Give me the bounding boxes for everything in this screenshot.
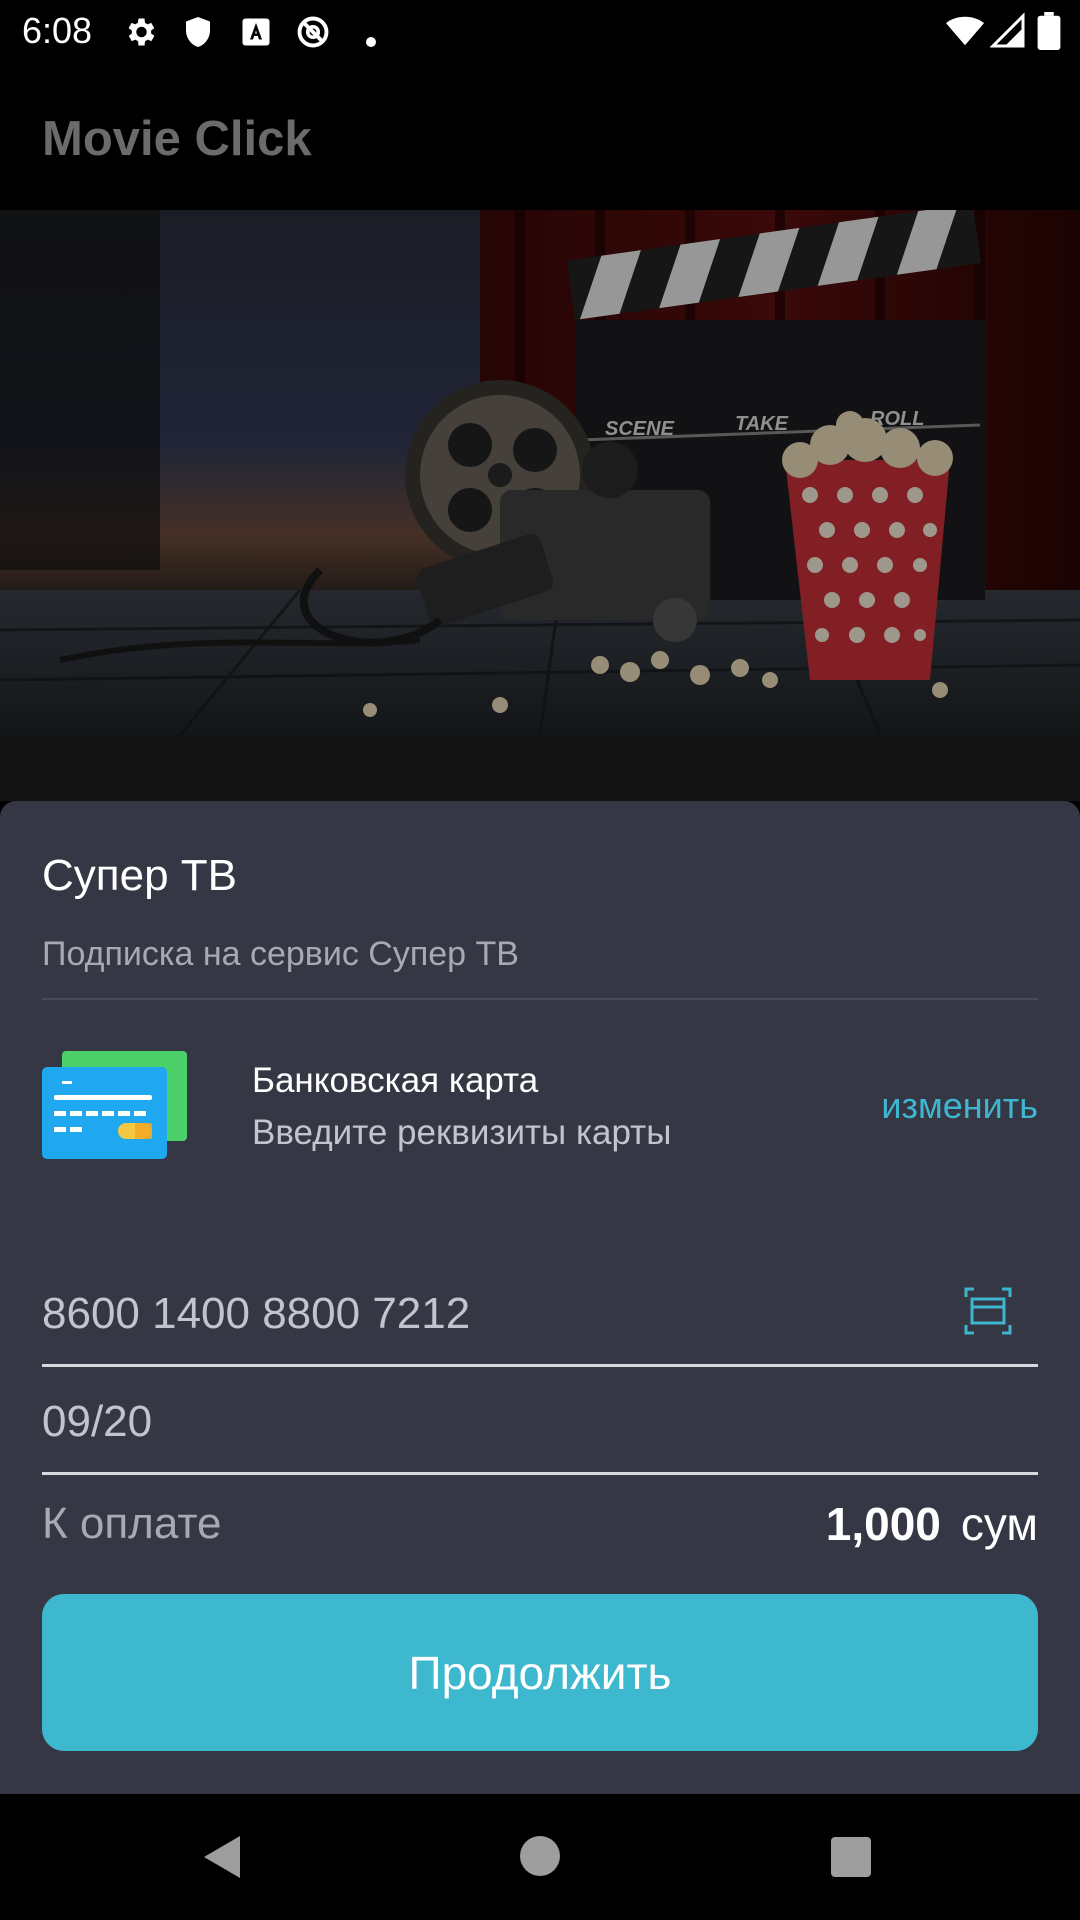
app-bar: Movie Click	[0, 63, 1080, 210]
text-a-icon	[242, 18, 270, 46]
home-icon[interactable]	[520, 1836, 560, 1876]
navigation-bar	[0, 1794, 1080, 1920]
change-payment-link[interactable]: изменить	[881, 1085, 1038, 1127]
continue-button[interactable]: Продолжить	[42, 1594, 1038, 1751]
card-number-field[interactable]: 8600 1400 8800 7212	[42, 1261, 1038, 1367]
total-amount-value: 1,000	[825, 1498, 941, 1550]
payment-method-subtitle: Введите реквизиты карты	[252, 1113, 672, 1152]
continue-button-label: Продолжить	[408, 1646, 672, 1699]
bank-card-icon	[42, 1051, 187, 1159]
expiry-value[interactable]: 09/20	[42, 1397, 152, 1447]
dimmed-content	[0, 735, 1080, 801]
total-label: К оплате	[42, 1499, 222, 1548]
sheet-subtitle: Подписка на сервис Супер ТВ	[42, 935, 519, 973]
app-title: Movie Click	[42, 112, 312, 166]
signal-icon	[990, 12, 1025, 48]
total-amount: 1,000 сум	[826, 1497, 1038, 1551]
hero-image: SCENE TAKE ROLL	[0, 210, 1080, 735]
payment-method-title: Банковская карта	[252, 1061, 539, 1100]
card-scan-icon[interactable]	[964, 1287, 1012, 1335]
status-bar: 6:08	[0, 0, 1080, 63]
payment-sheet: Супер ТВ Подписка на сервис Супер ТВ Бан…	[0, 801, 1080, 1794]
back-icon[interactable]	[200, 1834, 244, 1880]
payment-method-row: Банковская карта Введите реквизиты карты…	[42, 1051, 1038, 1161]
wifi-icon	[946, 16, 984, 46]
recents-icon[interactable]	[831, 1837, 871, 1877]
card-number-value[interactable]: 8600 1400 8800 7212	[42, 1289, 470, 1339]
gear-icon	[128, 18, 155, 46]
cinema-illustration: SCENE TAKE ROLL	[0, 210, 1080, 735]
total-currency: сум	[960, 1498, 1038, 1550]
sheet-title: Супер ТВ	[42, 851, 237, 900]
expiry-field[interactable]: 09/20	[42, 1369, 1038, 1475]
divider	[42, 998, 1038, 1000]
battery-icon	[1037, 12, 1061, 50]
shield-icon	[186, 17, 210, 47]
dot-icon	[366, 37, 376, 47]
at-sign-icon	[297, 16, 329, 48]
status-time: 6:08	[22, 10, 93, 51]
